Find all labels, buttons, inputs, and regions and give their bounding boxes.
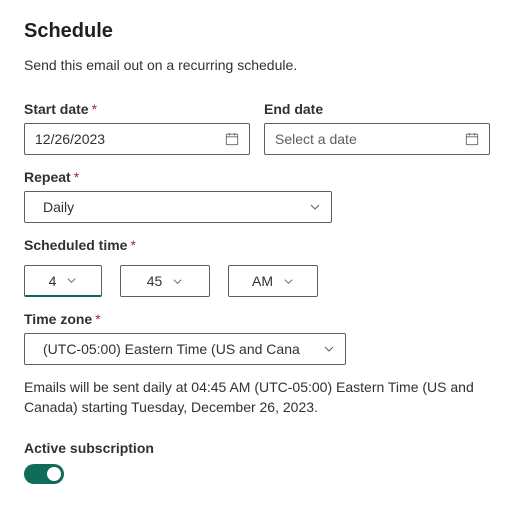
ampm-select[interactable]: AM — [228, 265, 318, 297]
chevron-down-icon — [66, 275, 77, 286]
active-subscription-label: Active subscription — [24, 440, 490, 456]
end-date-placeholder: Select a date — [275, 131, 457, 147]
hour-value: 4 — [49, 273, 57, 289]
minute-value: 45 — [147, 273, 163, 289]
start-date-label: Start date * — [24, 101, 250, 117]
chevron-down-icon — [172, 276, 183, 287]
chevron-down-icon — [309, 201, 321, 213]
page-subtitle: Send this email out on a recurring sched… — [24, 57, 490, 73]
time-zone-label: Time zone * — [24, 311, 346, 327]
hour-select[interactable]: 4 — [24, 265, 102, 297]
minute-select[interactable]: 45 — [120, 265, 210, 297]
repeat-value: Daily — [43, 199, 301, 215]
start-date-value: 12/26/2023 — [35, 131, 217, 147]
time-zone-select[interactable]: (UTC-05:00) Eastern Time (US and Cana — [24, 333, 346, 365]
toggle-knob — [47, 467, 61, 481]
start-date-input[interactable]: 12/26/2023 — [24, 123, 250, 155]
required-asterisk: * — [130, 237, 135, 253]
repeat-select[interactable]: Daily — [24, 191, 332, 223]
page-title: Schedule — [24, 20, 490, 43]
chevron-down-icon — [283, 276, 294, 287]
end-date-label: End date — [264, 101, 490, 117]
schedule-summary: Emails will be sent daily at 04:45 AM (U… — [24, 377, 490, 418]
active-subscription-toggle[interactable] — [24, 464, 64, 484]
scheduled-time-label: Scheduled time * — [24, 237, 490, 253]
calendar-icon — [225, 132, 239, 146]
required-asterisk: * — [92, 101, 97, 117]
required-asterisk: * — [95, 311, 100, 327]
calendar-icon — [465, 132, 479, 146]
chevron-down-icon — [323, 343, 335, 355]
ampm-value: AM — [252, 273, 273, 289]
time-zone-value: (UTC-05:00) Eastern Time (US and Cana — [43, 341, 315, 357]
required-asterisk: * — [74, 169, 79, 185]
repeat-label: Repeat * — [24, 169, 332, 185]
end-date-input[interactable]: Select a date — [264, 123, 490, 155]
